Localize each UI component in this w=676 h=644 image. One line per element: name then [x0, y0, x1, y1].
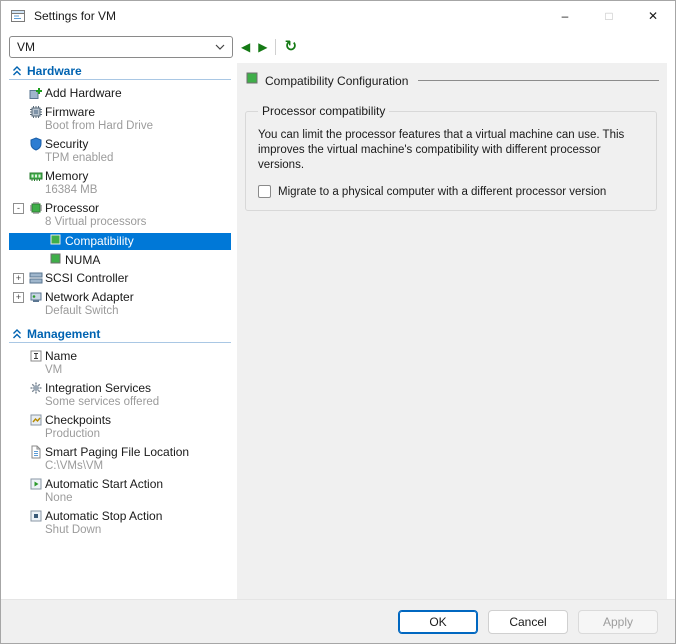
- group-title: Processor compatibility: [258, 104, 389, 118]
- sidebar-item-label: Add Hardware: [45, 86, 231, 101]
- processor-compatibility-group: Processor compatibility You can limit th…: [245, 104, 657, 211]
- sidebar-item-checkpoints[interactable]: Checkpoints Production: [9, 413, 231, 441]
- sidebar-item-sublabel: VM: [45, 364, 231, 377]
- settings-app-icon: [10, 8, 26, 24]
- memory-icon: [29, 169, 43, 183]
- group-description: You can limit the processor features tha…: [258, 128, 644, 173]
- window-title: Settings for VM: [34, 9, 116, 23]
- auto-start-icon: [29, 477, 43, 491]
- sidebar-item-sublabel: C:\VMs\VM: [45, 460, 231, 473]
- sidebar-item-sublabel: Some services offered: [45, 396, 231, 409]
- compatibility-icon: [49, 233, 63, 247]
- toolbar-separator: [275, 39, 276, 55]
- sidebar-item-auto-stop[interactable]: Automatic Stop Action Shut Down: [9, 509, 231, 537]
- vm-selector-dropdown[interactable]: VM: [9, 36, 233, 58]
- processor-icon: [29, 201, 43, 215]
- sidebar-item-label: Memory: [45, 169, 231, 184]
- sidebar-item-sublabel: Production: [45, 428, 231, 441]
- settings-window: Settings for VM – □ ✕ VM ◀ ▶ ↻ Hardware: [0, 0, 676, 644]
- sidebar-item-label: Checkpoints: [45, 413, 231, 428]
- scsi-controller-icon: [29, 271, 43, 285]
- panel-title: Compatibility Configuration: [265, 74, 408, 88]
- sidebar-item-label: Security: [45, 137, 231, 152]
- sidebar-item-smart-paging[interactable]: Smart Paging File Location C:\VMs\VM: [9, 445, 231, 473]
- sidebar-item-sublabel: Shut Down: [45, 524, 231, 537]
- sidebar-item-label: NUMA: [65, 253, 231, 268]
- sidebar-item-sublabel: Boot from Hard Drive: [45, 120, 231, 133]
- collapse-chevrons-icon: [11, 328, 23, 344]
- shield-icon: [29, 137, 43, 151]
- network-adapter-icon: [29, 290, 43, 304]
- navigation-bar: ◀ ▶ ↻: [241, 36, 297, 58]
- title-bar: Settings for VM – □ ✕: [1, 1, 675, 31]
- sidebar-section-hardware[interactable]: Hardware: [9, 63, 231, 80]
- collapse-chevrons-icon: [11, 65, 23, 81]
- apply-button: Apply: [578, 610, 658, 634]
- integration-services-icon: [29, 381, 43, 395]
- migrate-checkbox[interactable]: [258, 185, 271, 198]
- smart-paging-icon: [29, 445, 43, 459]
- collapse-expander-icon[interactable]: -: [13, 203, 24, 214]
- sidebar-item-integration-services[interactable]: Integration Services Some services offer…: [9, 381, 231, 409]
- sidebar-item-security[interactable]: Security TPM enabled: [9, 137, 231, 165]
- firmware-icon: [29, 105, 43, 119]
- header-rule: [418, 80, 659, 81]
- ok-button[interactable]: OK: [398, 610, 478, 634]
- sidebar-item-auto-start[interactable]: Automatic Start Action None: [9, 477, 231, 505]
- sidebar-item-add-hardware[interactable]: Add Hardware: [9, 86, 231, 101]
- sidebar-item-label: Smart Paging File Location: [45, 445, 231, 460]
- footer-bar: OK Cancel Apply: [1, 599, 675, 643]
- expand-expander-icon[interactable]: +: [13, 273, 24, 284]
- sidebar-item-label: Automatic Stop Action: [45, 509, 231, 524]
- panel-header: Compatibility Configuration: [245, 69, 659, 98]
- sidebar-item-memory[interactable]: Memory 16384 MB: [9, 169, 231, 197]
- sidebar-item-numa[interactable]: NUMA: [9, 252, 231, 269]
- compatibility-icon: [245, 71, 259, 90]
- back-icon[interactable]: ◀: [241, 36, 250, 58]
- chevron-down-icon: [215, 44, 225, 50]
- section-header-label: Hardware: [27, 64, 82, 78]
- sidebar-item-label: Processor: [45, 201, 231, 216]
- forward-icon[interactable]: ▶: [258, 36, 267, 58]
- sidebar-item-sublabel: 16384 MB: [45, 184, 231, 197]
- settings-tree-sidebar: Hardware Add Hardware Firmware Boot from…: [9, 63, 231, 599]
- sidebar-item-label: Network Adapter: [45, 290, 231, 305]
- sidebar-item-label: Automatic Start Action: [45, 477, 231, 492]
- name-icon: [29, 349, 43, 363]
- sidebar-item-network-adapter[interactable]: + Network Adapter Default Switch: [9, 290, 231, 318]
- sidebar-item-label: Firmware: [45, 105, 231, 120]
- expand-expander-icon[interactable]: +: [13, 292, 24, 303]
- cancel-button[interactable]: Cancel: [488, 610, 568, 634]
- sidebar-item-name[interactable]: Name VM: [9, 349, 231, 377]
- close-button[interactable]: ✕: [631, 1, 675, 31]
- sidebar-item-scsi-controller[interactable]: + SCSI Controller: [9, 271, 231, 286]
- sidebar-item-label: Name: [45, 349, 231, 364]
- sidebar-item-processor[interactable]: - Processor 8 Virtual processors: [9, 201, 231, 229]
- sidebar-item-sublabel: TPM enabled: [45, 152, 231, 165]
- sidebar-item-label: Compatibility: [65, 234, 231, 249]
- section-header-label: Management: [27, 327, 100, 341]
- checkpoints-icon: [29, 413, 43, 427]
- maximize-button: □: [587, 1, 631, 31]
- sidebar-item-sublabel: Default Switch: [45, 305, 231, 318]
- auto-stop-icon: [29, 509, 43, 523]
- sidebar-item-sublabel: None: [45, 492, 231, 505]
- numa-icon: [49, 252, 63, 266]
- sidebar-item-sublabel: 8 Virtual processors: [45, 216, 231, 229]
- migrate-checkbox-label: Migrate to a physical computer with a di…: [278, 186, 606, 198]
- sidebar-item-firmware[interactable]: Firmware Boot from Hard Drive: [9, 105, 231, 133]
- add-hardware-icon: [29, 86, 43, 100]
- sidebar-section-management[interactable]: Management: [9, 326, 231, 343]
- minimize-button[interactable]: –: [543, 1, 587, 31]
- refresh-icon[interactable]: ↻: [284, 36, 297, 58]
- migrate-checkbox-row[interactable]: Migrate to a physical computer with a di…: [258, 185, 646, 198]
- vm-selector-value: VM: [17, 40, 35, 54]
- sidebar-item-label: Integration Services: [45, 381, 231, 396]
- toolbar: VM ◀ ▶ ↻: [1, 31, 675, 63]
- settings-detail-panel: Compatibility Configuration Processor co…: [237, 63, 667, 599]
- sidebar-item-compatibility[interactable]: Compatibility: [9, 233, 231, 250]
- sidebar-item-label: SCSI Controller: [45, 271, 231, 286]
